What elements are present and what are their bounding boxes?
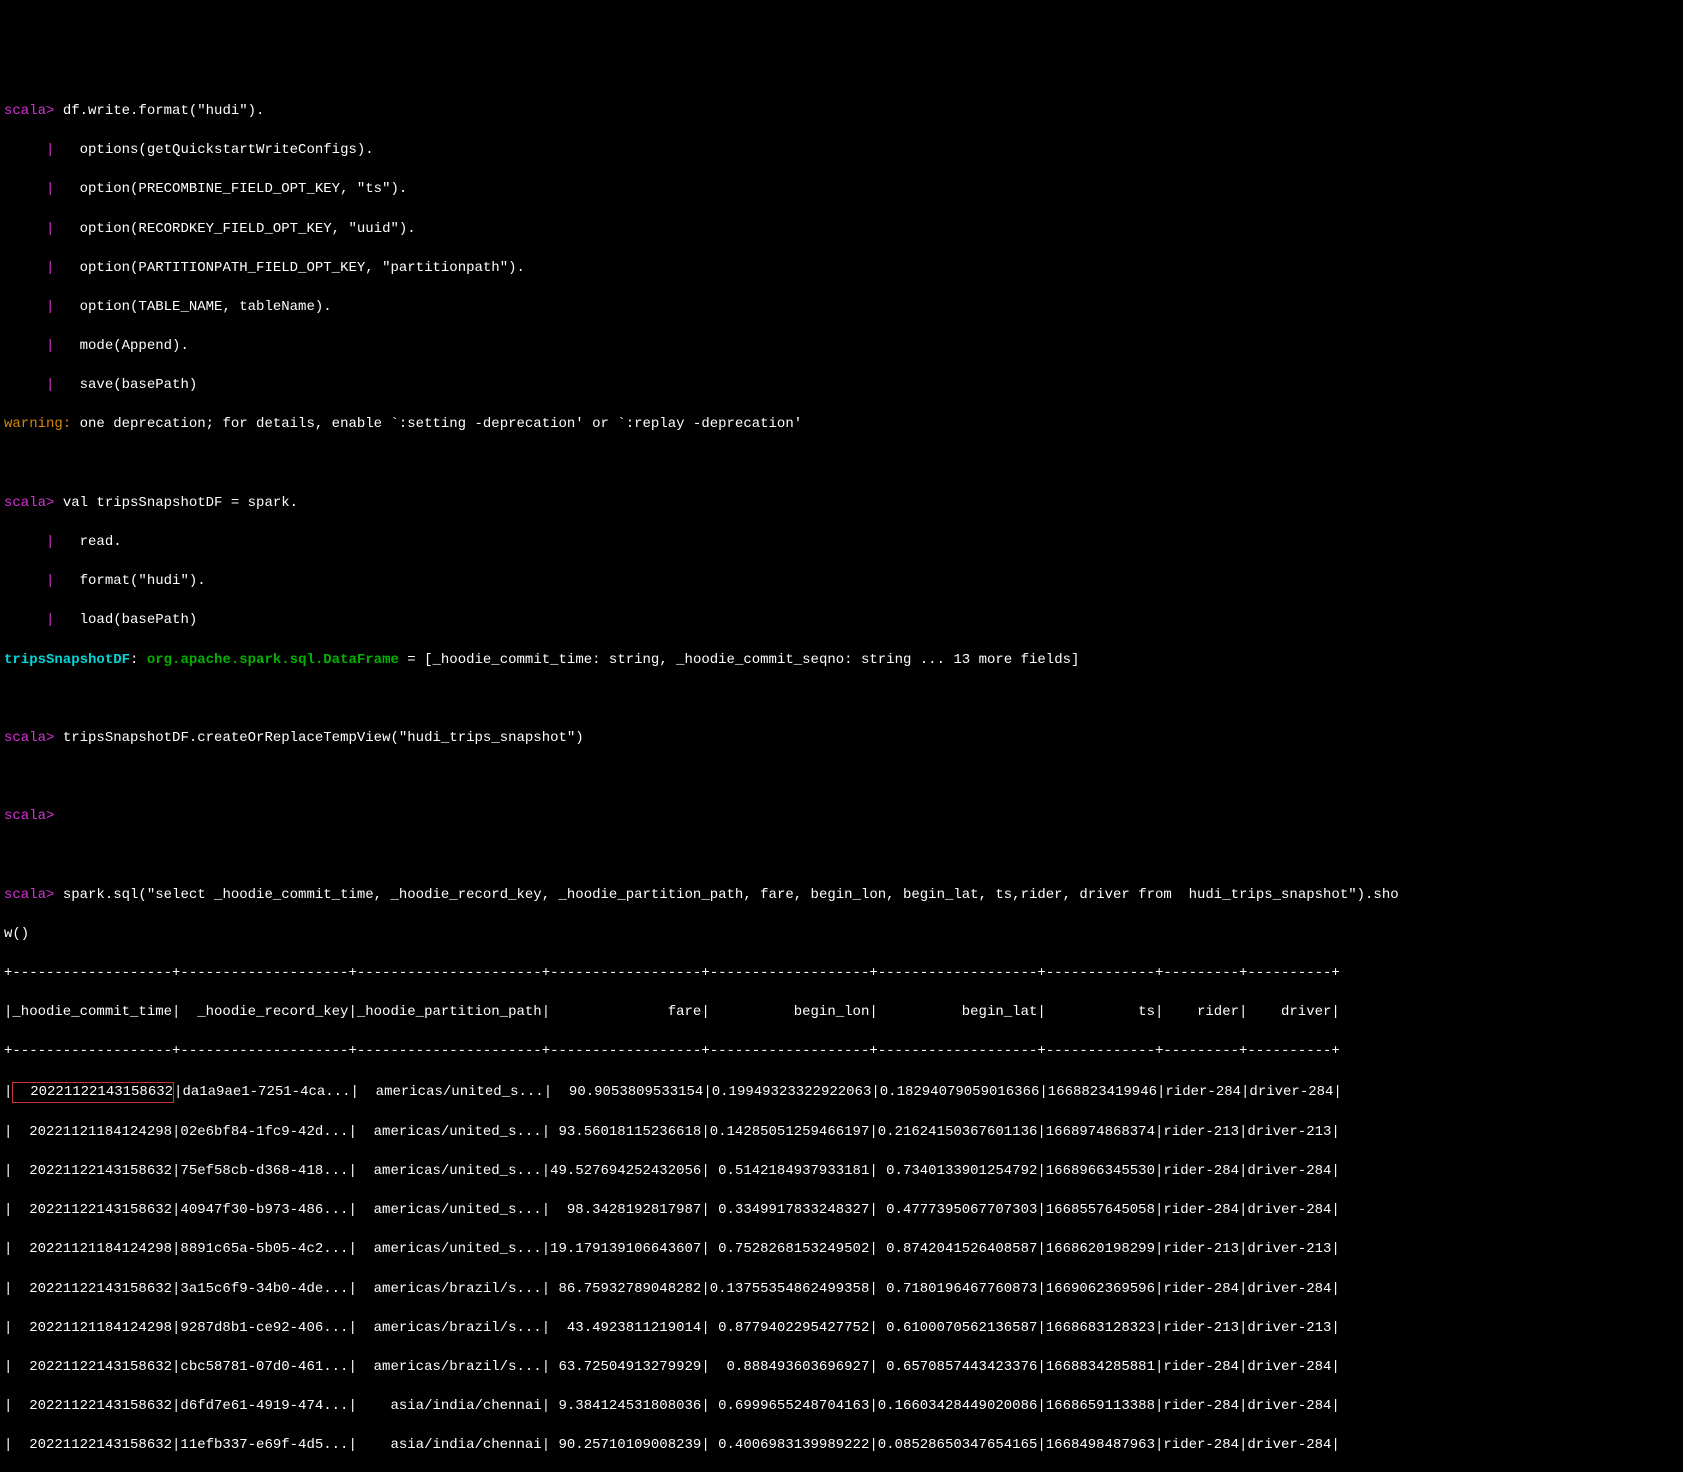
cmd-text: option(RECORDKEY_FIELD_OPT_KEY, "uuid").	[54, 221, 415, 237]
cmd-text: val tripsSnapshotDF = spark.	[54, 495, 298, 511]
terminal-output[interactable]: scala> df.write.format("hudi"). | option…	[4, 82, 1679, 1472]
cmd-text: save(basePath)	[54, 377, 197, 393]
cmd-text: options(getQuickstartWriteConfigs).	[54, 142, 373, 158]
cmd-text: spark.sql("select _hoodie_commit_time, _…	[54, 887, 1398, 903]
cmd-text: df.write.format("hudi").	[54, 103, 264, 119]
scala-prompt: scala>	[4, 495, 54, 511]
continuation-pipe: |	[4, 299, 54, 315]
continuation-pipe: |	[4, 534, 54, 550]
table-row: | 20221122143158632|da1a9ae1-7251-4ca...…	[4, 1082, 1679, 1104]
cmd-text: read.	[54, 534, 121, 550]
table-row: | 20221122143158632|11efb337-e69f-4d5...…	[4, 1436, 1679, 1456]
table-row: | 20221122143158632|3a15c6f9-34b0-4de...…	[4, 1280, 1679, 1300]
cmd-text: option(PARTITIONPATH_FIELD_OPT_KEY, "par…	[54, 260, 524, 276]
table-row: | 20221121184124298|8891c65a-5b05-4c2...…	[4, 1240, 1679, 1260]
continuation-pipe: |	[4, 338, 54, 354]
scala-prompt: scala>	[4, 103, 54, 119]
warning-label: warning:	[4, 416, 71, 432]
table-row: | 20221122143158632|d6fd7e61-4919-474...…	[4, 1397, 1679, 1417]
continuation-pipe: |	[4, 612, 54, 628]
cmd-text: format("hudi").	[54, 573, 205, 589]
table-row: | 20221121184124298|02e6bf84-1fc9-42d...…	[4, 1123, 1679, 1143]
cmd-text: option(PRECOMBINE_FIELD_OPT_KEY, "ts").	[54, 181, 407, 197]
result-rest: = [_hoodie_commit_time: string, _hoodie_…	[399, 652, 1080, 668]
scala-prompt: scala>	[4, 730, 54, 746]
warning-text: one deprecation; for details, enable `:s…	[71, 416, 802, 432]
continuation-pipe: |	[4, 573, 54, 589]
continuation-pipe: |	[4, 181, 54, 197]
result-type: org.apache.spark.sql.DataFrame	[147, 652, 399, 668]
table-row: | 20221121184124298|9287d8b1-ce92-406...…	[4, 1319, 1679, 1339]
table-row: | 20221122143158632|40947f30-b973-486...…	[4, 1201, 1679, 1221]
cmd-text: w()	[4, 926, 29, 942]
continuation-pipe: |	[4, 142, 54, 158]
table-separator: +-------------------+-------------------…	[4, 1042, 1679, 1062]
table-row: | 20221122143158632|cbc58781-07d0-461...…	[4, 1358, 1679, 1378]
continuation-pipe: |	[4, 260, 54, 276]
cmd-text: tripsSnapshotDF.createOrReplaceTempView(…	[54, 730, 583, 746]
cmd-text: option(TABLE_NAME, tableName).	[54, 299, 331, 315]
scala-prompt: scala>	[4, 808, 54, 824]
table-separator: +-------------------+-------------------…	[4, 964, 1679, 984]
table-header: |_hoodie_commit_time| _hoodie_record_key…	[4, 1003, 1679, 1023]
scala-prompt: scala>	[4, 887, 54, 903]
highlighted-commit-time: 20221122143158632	[12, 1082, 174, 1104]
result-colon: :	[130, 652, 147, 668]
cmd-text: load(basePath)	[54, 612, 197, 628]
result-var: tripsSnapshotDF	[4, 652, 130, 668]
continuation-pipe: |	[4, 377, 54, 393]
cmd-text: mode(Append).	[54, 338, 188, 354]
table-row: | 20221122143158632|75ef58cb-d368-418...…	[4, 1162, 1679, 1182]
continuation-pipe: |	[4, 221, 54, 237]
